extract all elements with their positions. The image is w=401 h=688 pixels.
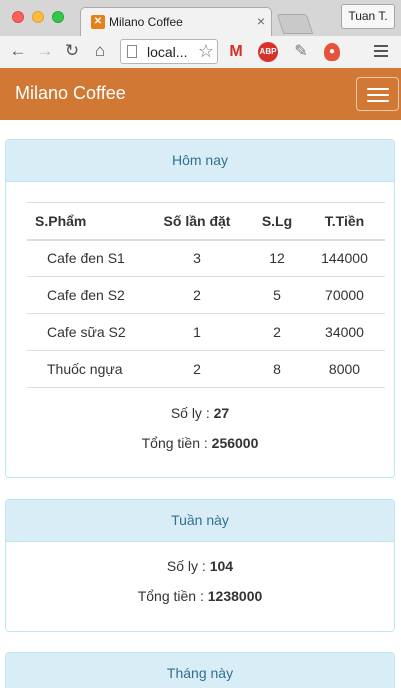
- cell-total: 8000: [304, 350, 385, 388]
- tab-close-icon[interactable]: ×: [257, 13, 265, 29]
- col-quantity: S.Lg: [250, 202, 304, 241]
- table-header-row: S.Phẩm Số lần đặt S.Lg T.Tiền: [27, 202, 385, 241]
- brand-title[interactable]: Milano Coffee: [15, 83, 126, 104]
- total-value: 1238000: [207, 588, 263, 604]
- cell-order-count: 2: [144, 350, 250, 388]
- maximize-window-button[interactable]: [52, 11, 64, 23]
- reload-icon[interactable]: ↻: [62, 40, 82, 62]
- browser-toolbar: ← → ↻ ⌂ local... ☆ M ABP ✎ ●: [0, 36, 401, 68]
- cell-product: Thuốc ngựa: [27, 350, 144, 388]
- today-cups-summary: Số ly : 27: [6, 405, 394, 421]
- lightbulb-icon[interactable]: ●: [324, 43, 340, 61]
- total-value: 256000: [211, 435, 259, 451]
- new-tab-button[interactable]: [276, 14, 314, 34]
- table-row: Cafe sữa S2 1 2 34000: [27, 313, 385, 351]
- back-arrow-icon[interactable]: ←: [8, 40, 28, 62]
- address-bar[interactable]: local... ☆: [120, 39, 218, 64]
- today-panel-heading: Hôm nay: [6, 140, 394, 182]
- minimize-window-button[interactable]: [32, 11, 44, 23]
- col-total: T.Tiền: [304, 202, 385, 241]
- week-panel-heading: Tuần này: [6, 500, 394, 542]
- cups-label: Số ly :: [170, 405, 210, 421]
- total-label: Tổng tiền :: [137, 588, 204, 604]
- cell-total: 34000: [304, 313, 385, 351]
- cell-product: Cafe đen S2: [27, 276, 144, 314]
- month-panel: Tháng này: [5, 652, 395, 688]
- cell-quantity: 12: [250, 239, 304, 277]
- cell-order-count: 1: [144, 313, 250, 351]
- week-panel: Tuần này Số ly : 104 Tổng tiền : 1238000: [5, 499, 395, 632]
- forward-arrow-icon[interactable]: →: [35, 40, 55, 62]
- total-label: Tổng tiền :: [141, 435, 208, 451]
- week-cups-summary: Số ly : 104: [6, 558, 394, 574]
- tab-title: Milano Coffee: [109, 15, 183, 29]
- xampp-favicon-icon: ✕: [91, 15, 105, 29]
- cups-value: 104: [209, 558, 234, 574]
- gmail-icon[interactable]: M: [226, 43, 246, 61]
- cell-quantity: 8: [250, 350, 304, 388]
- home-icon[interactable]: ⌂: [90, 40, 110, 62]
- cell-order-count: 3: [144, 239, 250, 277]
- cell-order-count: 2: [144, 276, 250, 314]
- cell-total: 70000: [304, 276, 385, 314]
- close-window-button[interactable]: [12, 11, 24, 23]
- table-row: Cafe đen S2 2 5 70000: [27, 276, 385, 314]
- today-total-summary: Tổng tiền : 256000: [6, 435, 394, 451]
- cell-quantity: 5: [250, 276, 304, 314]
- col-order-count: Số lần đặt: [144, 202, 250, 241]
- page-content: Hôm nay S.Phẩm Số lần đặt S.Lg T.Tiền Ca…: [0, 120, 401, 688]
- cups-value: 27: [213, 405, 230, 421]
- table-row: Thuốc ngựa 2 8 8000: [27, 350, 385, 388]
- tool-icon[interactable]: ✎: [292, 43, 310, 61]
- today-panel: Hôm nay S.Phẩm Số lần đặt S.Lg T.Tiền Ca…: [5, 139, 395, 478]
- site-navbar: Milano Coffee: [0, 68, 401, 120]
- navbar-toggle-button[interactable]: [356, 77, 399, 111]
- cell-product: Cafe sữa S2: [27, 313, 144, 351]
- url-text[interactable]: local...: [147, 44, 187, 60]
- browser-chrome: ✕ Milano Coffee × Tuan T. ← → ↻ ⌂ local.…: [0, 0, 401, 68]
- month-panel-heading: Tháng này: [6, 653, 394, 688]
- adblock-plus-icon[interactable]: ABP: [258, 42, 278, 62]
- week-total-summary: Tổng tiền : 1238000: [6, 588, 394, 604]
- col-product: S.Phẩm: [27, 202, 144, 241]
- cell-quantity: 2: [250, 313, 304, 351]
- profile-button[interactable]: Tuan T.: [341, 4, 395, 29]
- cups-label: Số ly :: [166, 558, 206, 574]
- abp-label: ABP: [259, 47, 277, 56]
- today-orders-table: S.Phẩm Số lần đặt S.Lg T.Tiền Cafe đen S…: [27, 202, 385, 388]
- bookmark-star-icon[interactable]: ☆: [198, 41, 214, 62]
- cell-product: Cafe đen S1: [27, 239, 144, 277]
- table-row: Cafe đen S1 3 12 144000: [27, 239, 385, 277]
- tab-bar: ✕ Milano Coffee × Tuan T.: [0, 0, 401, 36]
- browser-tab[interactable]: ✕ Milano Coffee ×: [80, 7, 272, 36]
- browser-menu-icon[interactable]: [374, 45, 388, 60]
- cell-total: 144000: [304, 239, 385, 277]
- page-icon: [127, 45, 137, 58]
